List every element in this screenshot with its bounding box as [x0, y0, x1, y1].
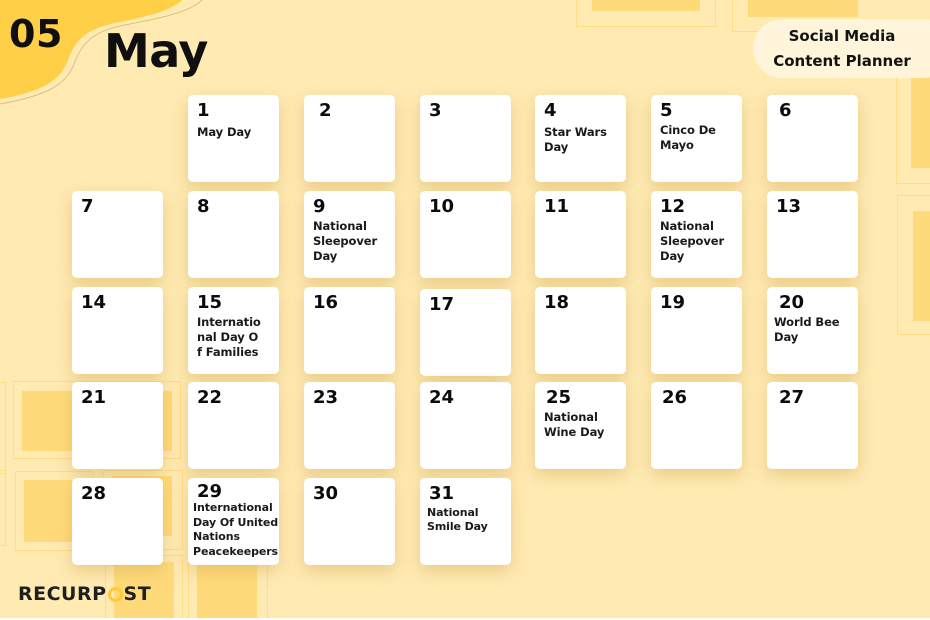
day-card[interactable]: 17 [420, 289, 511, 376]
day-number: 21 [81, 387, 107, 408]
planner-title-line2: Content Planner [773, 52, 911, 70]
day-card[interactable]: 26 [651, 382, 742, 469]
logo-text-end: ST [123, 583, 152, 605]
decor-square [576, 0, 716, 27]
day-number: 4 [544, 100, 557, 121]
day-card[interactable]: 14 [72, 287, 163, 374]
day-card[interactable]: 7 [72, 191, 163, 278]
day-card[interactable]: 16 [304, 287, 395, 374]
planner-title: Social Media Content Planner [764, 24, 920, 74]
day-number: 16 [313, 292, 339, 313]
day-card[interactable]: 29 International Day Of United Nations Pe… [188, 478, 279, 565]
day-number: 9 [313, 196, 326, 217]
day-number: 1 [197, 100, 210, 121]
day-event: National Wine Day [544, 410, 605, 439]
day-card[interactable]: 8 [188, 191, 279, 278]
day-event: International Day Of United Nations Peac… [193, 501, 279, 558]
day-card[interactable]: 31 National Smile Day [420, 478, 511, 565]
day-card[interactable]: 22 [188, 382, 279, 469]
day-card[interactable]: 10 [420, 191, 511, 278]
day-event: May Day [197, 125, 252, 139]
day-event: National Sleepover Day [313, 219, 378, 263]
day-number: 30 [313, 483, 339, 504]
day-number: 31 [429, 483, 455, 504]
day-number: 13 [776, 196, 802, 217]
day-number: 11 [544, 196, 570, 217]
day-card[interactable]: 5 Cinco De Mayo [651, 95, 742, 182]
day-card[interactable]: 15 International Day Of Families [188, 287, 279, 374]
day-card[interactable]: 24 [420, 382, 511, 469]
month-name: May [104, 24, 208, 78]
day-number: 28 [81, 483, 107, 504]
calendar-canvas: 05 May Social Media Content Planner 1 May… [0, 0, 930, 618]
day-card[interactable]: 19 [651, 287, 742, 374]
decor-square [897, 195, 930, 335]
day-card[interactable]: 11 [535, 191, 626, 278]
day-number: 3 [429, 100, 442, 121]
day-number: 18 [544, 292, 570, 313]
day-number: 17 [429, 294, 455, 315]
day-card[interactable]: 1 May Day [188, 95, 279, 182]
day-event: National Smile Day [427, 506, 488, 533]
day-card[interactable]: 2 [304, 95, 395, 182]
day-card[interactable]: 18 [535, 287, 626, 374]
day-card[interactable]: 13 [767, 191, 858, 278]
day-card[interactable]: 4 Star Wars Day [535, 95, 626, 182]
day-number: 10 [429, 196, 455, 217]
day-card[interactable]: 21 [72, 382, 163, 469]
day-event: Star Wars Day [544, 125, 607, 154]
day-number: 5 [660, 100, 673, 121]
day-event: National Sleepover Day [660, 219, 725, 263]
day-number: 12 [660, 196, 686, 217]
day-number: 19 [660, 292, 686, 313]
day-card[interactable]: 9 National Sleepover Day [304, 191, 395, 278]
day-number: 14 [81, 292, 107, 313]
day-event: World Bee Day [774, 315, 840, 344]
decor-square [0, 382, 6, 474]
day-card[interactable]: 20 World Bee Day [767, 287, 858, 374]
recurpost-logo: RECURP ST [18, 583, 151, 605]
day-event: International Day Of Families [197, 315, 261, 359]
day-number: 26 [662, 387, 688, 408]
day-card[interactable]: 6 [767, 95, 858, 182]
day-number: 8 [197, 196, 210, 217]
day-number: 29 [197, 481, 223, 502]
day-number: 15 [197, 292, 223, 313]
planner-title-line1: Social Media [788, 27, 896, 45]
day-number: 20 [779, 292, 805, 313]
day-card[interactable]: 25 National Wine Day [535, 382, 626, 469]
day-card[interactable]: 28 [72, 478, 163, 565]
logo-text-start: RECURP [18, 583, 107, 605]
day-number: 25 [546, 387, 572, 408]
day-card[interactable]: 30 [304, 478, 395, 565]
day-number: 6 [779, 100, 792, 121]
day-card[interactable]: 3 [420, 95, 511, 182]
day-number: 27 [779, 387, 805, 408]
day-number: 24 [429, 387, 455, 408]
day-number: 2 [319, 100, 332, 121]
day-card[interactable]: 27 [767, 382, 858, 469]
day-number: 22 [197, 387, 223, 408]
month-number: 05 [9, 12, 63, 56]
day-event: Cinco De Mayo [660, 123, 716, 152]
day-number: 7 [81, 196, 94, 217]
clock-o-icon [107, 586, 123, 602]
day-card[interactable]: 12 National Sleepover Day [651, 191, 742, 278]
day-number: 23 [313, 387, 339, 408]
decor-square [0, 470, 6, 546]
day-card[interactable]: 23 [304, 382, 395, 469]
